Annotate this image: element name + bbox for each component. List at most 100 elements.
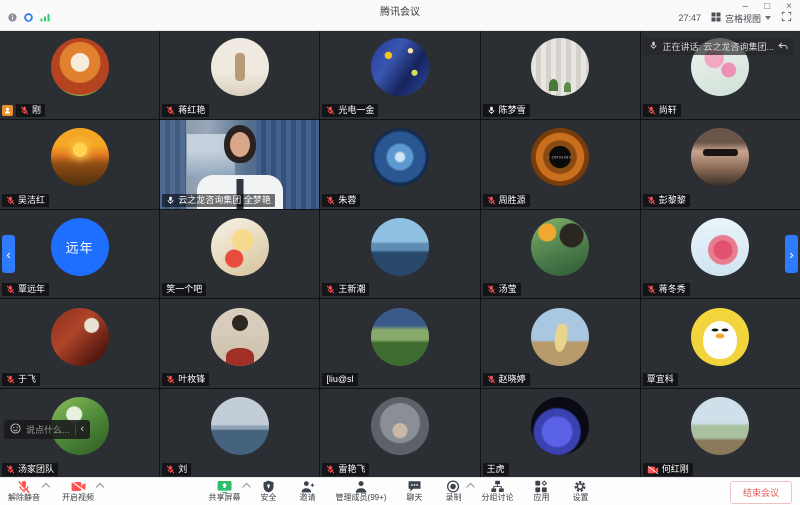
participant-tile[interactable]: 刘 xyxy=(160,389,319,478)
fullscreen-icon[interactable] xyxy=(781,9,792,27)
participant-tile[interactable]: 光电一金 xyxy=(320,30,479,119)
mic-muted-icon xyxy=(17,480,31,493)
participant-avatar xyxy=(371,128,429,186)
status-indicators xyxy=(8,9,51,27)
mic-muted-icon xyxy=(166,106,175,115)
chevron-down-icon xyxy=(765,16,771,20)
titlebar: 腾讯会议 –□× 27:47 宫格视图 xyxy=(0,0,800,31)
speaker-face xyxy=(230,132,250,157)
participant-avatar xyxy=(531,218,589,276)
chevron-up-icon[interactable] xyxy=(42,483,50,491)
toolbar-settings-button[interactable]: 设置 xyxy=(569,480,591,502)
end-meeting-button[interactable]: 结束会议 xyxy=(730,481,792,504)
toolbar-right-group: 结束会议 xyxy=(730,481,792,504)
banner-collapse-icon[interactable] xyxy=(778,42,788,52)
toolbar-share-screen-button[interactable]: 共享屏幕 xyxy=(209,480,241,502)
toolbar-chat-button[interactable]: 聊天 xyxy=(403,480,425,502)
participant-name: 陈梦雪 xyxy=(499,105,526,116)
participant-tile[interactable]: 汤莹 xyxy=(481,210,640,299)
participant-tile[interactable]: 蒋红艳 xyxy=(160,30,319,119)
bottom-toolbar: 解除静音 开启视频 共享屏幕 安全 邀请 管理成员(99+) 聊天 录制 分组讨… xyxy=(0,477,800,505)
speaker-audio-icon xyxy=(649,41,658,52)
participant-tile[interactable]: I ORIGINS周胜源 xyxy=(481,120,640,209)
mic-muted-icon xyxy=(326,465,335,474)
toolbar-label: 应用 xyxy=(533,494,549,502)
participant-avatar xyxy=(371,397,429,455)
participant-tile[interactable]: 陈梦雪 xyxy=(481,30,640,119)
participant-avatar xyxy=(691,218,749,276)
participant-avatar: 远年 xyxy=(51,218,109,276)
participant-tile[interactable]: 吴洁红 xyxy=(0,120,159,209)
chevron-up-icon[interactable] xyxy=(466,483,474,491)
toolbar-label: 共享屏幕 xyxy=(209,494,241,502)
participant-tile[interactable]: 赵晓婷 xyxy=(481,299,640,388)
participant-avatar xyxy=(691,397,749,455)
toolbar-label: 分组讨论 xyxy=(481,494,513,502)
participant-name: 笑一个吧 xyxy=(166,284,202,295)
participant-name: 彭黎黎 xyxy=(659,195,686,206)
gear-icon xyxy=(574,480,587,493)
toolbar-security-button[interactable]: 安全 xyxy=(258,480,280,502)
prev-page-button[interactable]: ‹ xyxy=(2,235,15,273)
toolbar-breakout-button[interactable]: 分组讨论 xyxy=(481,480,513,502)
member-badge-icon xyxy=(2,105,13,116)
participant-name: 光电一金 xyxy=(338,105,374,116)
participant-name: 蒋冬秀 xyxy=(659,284,686,295)
mic-muted-icon xyxy=(326,196,335,205)
toolbar-center-group: 共享屏幕 安全 邀请 管理成员(99+) 聊天 录制 分组讨论 应用 设置 xyxy=(209,480,592,502)
participant-avatar xyxy=(51,308,109,366)
toolbar-record-button[interactable]: 录制 xyxy=(442,480,464,502)
share-icon xyxy=(217,480,233,493)
participant-avatar xyxy=(371,218,429,276)
participant-tile[interactable]: 覃宜科 xyxy=(641,299,800,388)
participant-avatar xyxy=(211,38,269,96)
layout-view-button[interactable]: 宫格视图 xyxy=(711,12,771,25)
participant-name: 刘 xyxy=(178,464,187,475)
mic-muted-icon xyxy=(326,285,335,294)
participant-avatar xyxy=(691,128,749,186)
participant-tile[interactable]: 于飞 xyxy=(0,299,159,388)
shield-icon[interactable] xyxy=(24,9,33,27)
participant-name: 汤莹 xyxy=(499,284,517,295)
collapse-chat-icon[interactable]: ‹ xyxy=(81,425,85,434)
quick-chat-input[interactable]: 说点什么... ‹ xyxy=(4,420,90,439)
chevron-up-icon[interactable] xyxy=(242,483,250,491)
toolbar-label: 聊天 xyxy=(406,494,422,502)
participant-name: 何红刚 xyxy=(662,464,689,475)
toolbar-label: 开启视频 xyxy=(62,494,94,502)
participant-tile[interactable]: 刚 xyxy=(0,30,159,119)
participant-tile[interactable]: 蒋冬秀 xyxy=(641,210,800,299)
chevron-up-icon[interactable] xyxy=(96,483,104,491)
participant-tile[interactable]: 叶枚锋 xyxy=(160,299,319,388)
participant-tile[interactable]: [liu@sl xyxy=(320,299,479,388)
network-signal-icon[interactable] xyxy=(40,9,51,27)
participant-name: 叶枚锋 xyxy=(178,374,205,385)
mic-muted-icon xyxy=(6,196,15,205)
toolbar-invite-button[interactable]: 邀请 xyxy=(297,480,319,502)
toolbar-unmute-button[interactable]: 解除静音 xyxy=(8,480,40,502)
participant-tile[interactable]: 雷艳飞 xyxy=(320,389,479,478)
toolbar-start-video-button[interactable]: 开启视频 xyxy=(62,480,94,502)
toolbar-members-button[interactable]: 管理成员(99+) xyxy=(336,480,387,502)
participant-tile[interactable]: 王新潮 xyxy=(320,210,479,299)
participant-name: 蒋红艳 xyxy=(178,105,205,116)
participant-tile[interactable]: 云之龙咨询集团 全梦艳 xyxy=(160,120,319,209)
emoji-icon[interactable] xyxy=(10,423,21,436)
toolbar-label: 安全 xyxy=(261,494,277,502)
participant-tile[interactable]: 王虎 xyxy=(481,389,640,478)
participant-tile[interactable]: 笑一个吧 xyxy=(160,210,319,299)
participant-tile[interactable]: 彭黎黎 xyxy=(641,120,800,209)
participant-tile[interactable]: 远年覃远年 xyxy=(0,210,159,299)
chat-placeholder: 说点什么... xyxy=(26,423,70,436)
participant-tile[interactable]: 朱蓉 xyxy=(320,120,479,209)
grid-view-icon xyxy=(711,12,721,24)
participant-avatar: I ORIGINS xyxy=(531,128,589,186)
mic-muted-icon xyxy=(6,375,15,384)
toolbar-apps-button[interactable]: 应用 xyxy=(530,480,552,502)
breakout-icon xyxy=(490,480,504,493)
mic-muted-icon xyxy=(20,106,29,115)
participant-tile[interactable]: 何红刚 xyxy=(641,389,800,478)
info-icon[interactable] xyxy=(8,9,17,27)
next-page-button[interactable]: › xyxy=(785,235,798,273)
mic-muted-icon xyxy=(166,465,175,474)
